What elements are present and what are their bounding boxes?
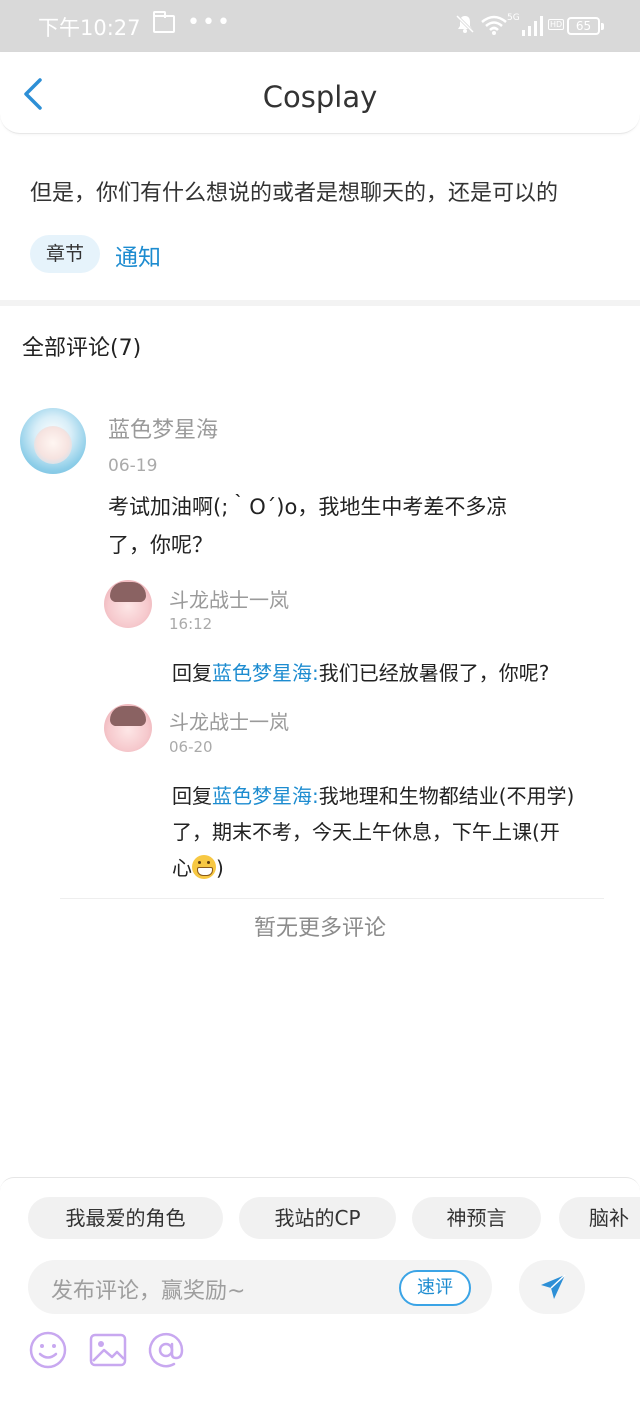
hd-badge: HD <box>548 19 565 30</box>
signal-icon <box>522 16 543 36</box>
comment-date: 06-19 <box>108 456 158 476</box>
top-nav-bar: Cosplay <box>0 52 640 134</box>
reply-line: 心) <box>172 850 622 886</box>
mute-bell-icon <box>455 14 475 34</box>
replier-avatar[interactable] <box>104 580 152 628</box>
at-icon[interactable] <box>146 1330 186 1370</box>
grin-emoji-icon <box>192 855 216 879</box>
comment-body[interactable]: 考试加油啊(;｀O´)o，我地生中考差不多凉 了，你呢？ <box>108 488 507 564</box>
emoji-icon[interactable] <box>28 1330 68 1370</box>
tag-notice-link[interactable]: 通知 <box>115 238 161 272</box>
reply-author[interactable]: 斗龙战士一岚 <box>169 584 289 613</box>
reply-mention[interactable]: 蓝色梦星海: <box>212 661 319 685</box>
reply-prefix: 回复 <box>172 784 212 808</box>
more-dots-icon: ••• <box>187 10 232 35</box>
network-type: 5G <box>507 13 520 23</box>
list-divider <box>60 898 604 899</box>
reply-prefix: 回复 <box>172 661 212 685</box>
comments-header: 全部评论(7) <box>22 336 142 361</box>
image-icon[interactable] <box>88 1330 128 1370</box>
status-bar: 下午10:27 ••• 5G HD 65 <box>0 0 640 52</box>
quick-tag-chip[interactable]: 我最爱的角色 <box>28 1197 223 1239</box>
battery-icon: 65 <box>567 17 604 35</box>
send-button[interactable] <box>519 1260 585 1314</box>
reply-text: ) <box>216 856 224 880</box>
reply-text: 我们已经放暑假了，你呢? <box>318 661 550 685</box>
reply-text: 我地理和生物都结业(不用学) <box>318 784 575 808</box>
folder-icon <box>153 11 175 33</box>
quick-tag-chip[interactable]: 脑补 <box>559 1197 640 1239</box>
reply-mention[interactable]: 蓝色梦星海: <box>212 784 319 808</box>
comment-author[interactable]: 蓝色梦星海 <box>108 412 218 444</box>
comment-body-line: 了，你呢？ <box>108 533 213 557</box>
reply-time: 16:12 <box>169 615 213 633</box>
page-title: Cosplay <box>262 80 378 114</box>
comment-input-placeholder: 发布评论，赢奖励~ <box>51 1279 246 1304</box>
send-icon <box>541 1274 566 1299</box>
no-more-comments: 暂无更多评论 <box>253 916 386 941</box>
reply-line: 了，期末不考，今天上午休息，下午上课(开 <box>172 820 560 844</box>
quick-review-button[interactable]: 速评 <box>399 1270 471 1306</box>
reply-body[interactable]: 回复蓝色梦星海:我地理和生物都结业(不用学) 了，期末不考，今天上午休息，下午上… <box>172 778 622 886</box>
comment-body-line: 考试加油啊(;｀O´)o，我地生中考差不多凉 <box>108 495 508 519</box>
replier-avatar[interactable] <box>104 704 152 752</box>
quick-tag-chip[interactable]: 我站的CP <box>239 1197 396 1239</box>
tag-chapter[interactable]: 章节 <box>30 235 100 273</box>
post-content: 但是，你们有什么想说的或者是想聊天的，还是可以的 <box>30 181 559 206</box>
reply-body[interactable]: 回复蓝色梦星海:我们已经放暑假了，你呢? <box>172 655 549 691</box>
commenter-avatar[interactable] <box>20 408 86 474</box>
reply-author[interactable]: 斗龙战士一岚 <box>169 706 289 735</box>
section-divider <box>0 300 640 306</box>
quick-tag-chip[interactable]: 神预言 <box>412 1197 541 1239</box>
reply-text: 心 <box>172 856 192 880</box>
wifi-icon <box>481 15 507 35</box>
status-time: 下午10:27 <box>38 16 141 40</box>
reply-line: 回复蓝色梦星海:我地理和生物都结业(不用学) <box>172 778 622 814</box>
reply-time: 06-20 <box>169 738 213 756</box>
